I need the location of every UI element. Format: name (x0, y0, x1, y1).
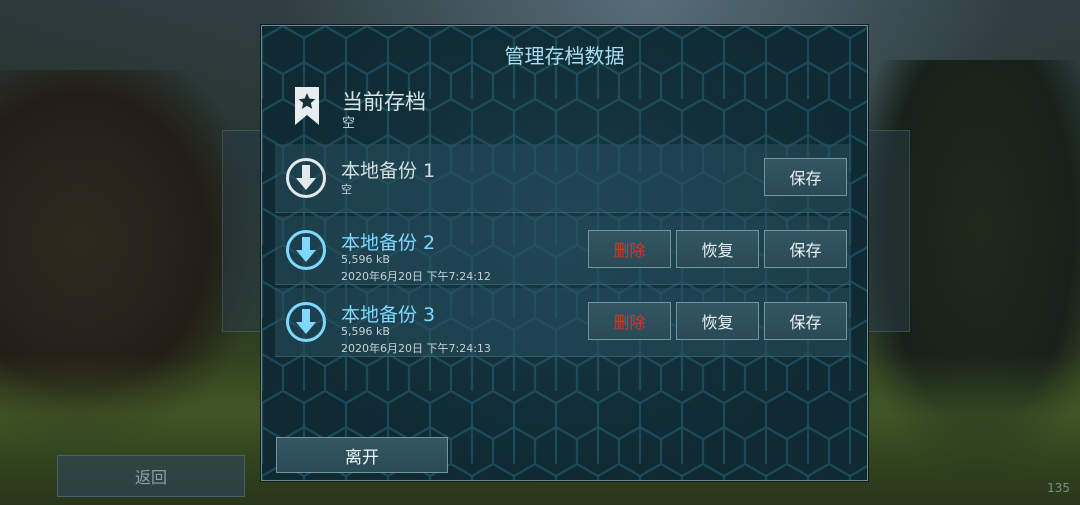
manage-save-data-dialog: 管理存档数据 当前存档 空 本地备份 1 空 保存 本地备份 2 5,596 k… (261, 25, 868, 481)
download-arrow-icon (286, 230, 326, 270)
background-menu-panel-left (222, 130, 266, 332)
leave-button[interactable]: 离开 (276, 437, 448, 473)
local-backup-slot-1: 本地备份 1 空 保存 (275, 144, 851, 213)
slot-title: 本地备份 2 (341, 232, 436, 254)
restore-button[interactable]: 恢复 (676, 230, 759, 268)
slot-title: 本地备份 3 (341, 304, 436, 326)
save-button[interactable]: 保存 (764, 302, 847, 340)
slot-size: 5,596 kB (341, 253, 390, 266)
current-save-row: 当前存档 空 (290, 84, 830, 134)
slot-size: 5,596 kB (341, 325, 390, 338)
current-save-status: 空 (342, 116, 356, 131)
back-button[interactable]: 返回 (57, 455, 245, 497)
fps-counter: 135 (1047, 481, 1070, 495)
restore-button[interactable]: 恢复 (676, 302, 759, 340)
slot-date: 2020年6月20日 下午7:24:13 (341, 342, 491, 355)
slot-size: 空 (341, 183, 352, 196)
local-backup-slot-3: 本地备份 3 5,596 kB 2020年6月20日 下午7:24:13 删除 … (275, 288, 851, 357)
save-button[interactable]: 保存 (764, 230, 847, 268)
delete-button[interactable]: 删除 (588, 230, 671, 268)
slot-title: 本地备份 1 (341, 160, 436, 182)
local-backup-slot-2: 本地备份 2 5,596 kB 2020年6月20日 下午7:24:12 删除 … (275, 216, 851, 285)
dialog-title: 管理存档数据 (504, 44, 625, 68)
delete-button[interactable]: 删除 (588, 302, 671, 340)
slot-date: 2020年6月20日 下午7:24:12 (341, 270, 491, 283)
download-arrow-icon (286, 302, 326, 342)
bookmark-star-icon (295, 87, 319, 125)
background-menu-panel-right (866, 130, 910, 332)
save-button[interactable]: 保存 (764, 158, 847, 196)
download-arrow-icon (286, 158, 326, 198)
